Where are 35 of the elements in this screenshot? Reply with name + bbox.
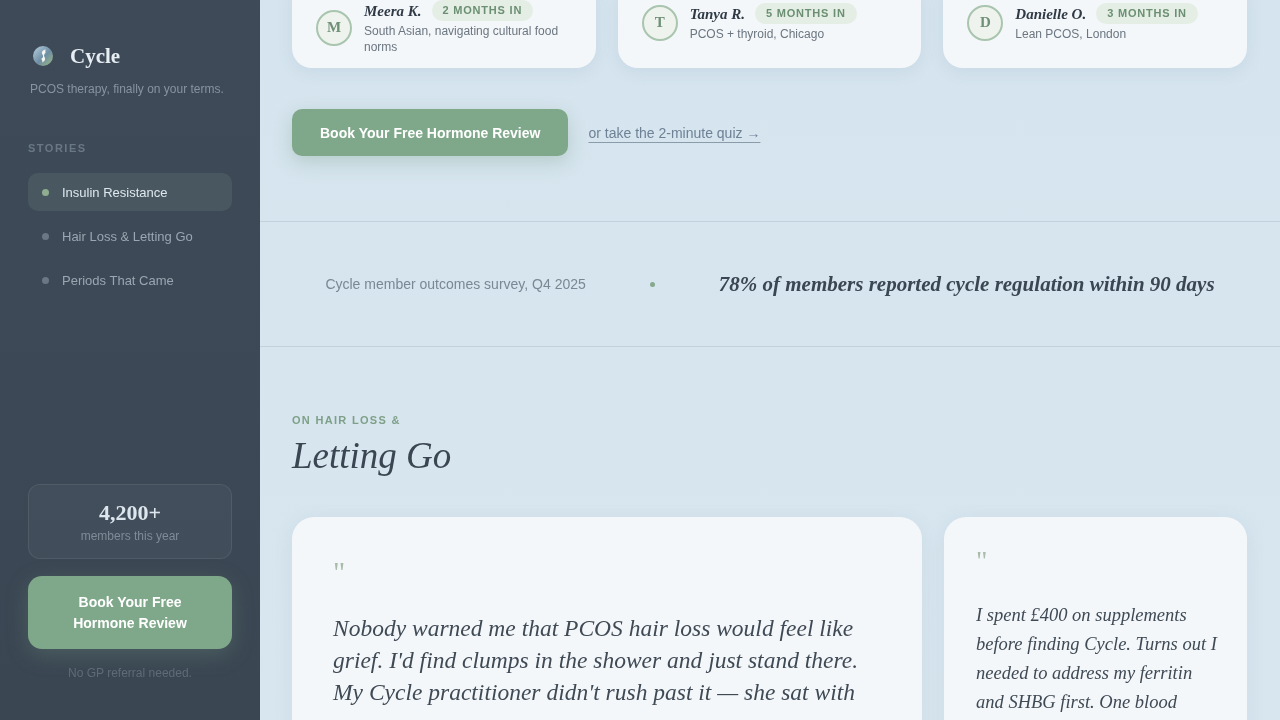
dot-icon <box>42 188 49 196</box>
member-name: Meera K. <box>364 1 422 20</box>
brand-name: Cycle <box>70 45 121 67</box>
book-review-button[interactable]: Book Your Free Hormone Review <box>292 109 569 156</box>
sidebar-item[interactable]: Periods That Came <box>28 261 232 299</box>
quote-mark: " <box>333 557 346 587</box>
duration-badge: 3 MONTHS IN <box>1096 3 1198 24</box>
avatar-initial: D <box>967 4 1004 41</box>
book-review-button[interactable]: Book Your Free Hormone Review <box>28 576 232 649</box>
avatar-initial: T <box>641 4 678 41</box>
dot-icon <box>42 276 49 284</box>
member-name: Danielle O. <box>1015 4 1087 23</box>
tagline: PCOS therapy, finally on your terms. <box>29 81 225 97</box>
member-detail: South Asian, navigating cultural food norms <box>364 23 560 55</box>
quote-text: I spent £400 on supplements before finding Cycle. Turns out I needed to address my ferritin and SHBG first. One blood <box>976 604 1217 714</box>
quote-text: Nobody warned me that PCOS hair loss would feel like grief. I'd find clumps in the shower and just stand there. My Cycle practitioner didn't rush past it — she sat with <box>333 614 860 707</box>
logo-icon <box>33 46 53 66</box>
quiz-link[interactable]: or take the 2-minute quiz → <box>588 124 761 141</box>
section-title: Letting Go <box>292 434 453 478</box>
sidebar-item[interactable]: Hair Loss & Letting Go <box>28 217 232 255</box>
section-eyebrow: ON HAIR LOSS & <box>292 413 402 427</box>
stat-label: members this year <box>80 528 180 543</box>
outcome-stat: 78% of members reported cycle regulation within 90 days <box>718 271 1215 297</box>
member-detail: PCOS + thyroid, Chicago <box>689 26 826 42</box>
dot-icon <box>42 232 49 240</box>
avatar-initial: M <box>316 9 352 46</box>
quote-mark: " <box>976 547 988 575</box>
survey-source: Cycle member outcomes survey, Q4 2025 <box>325 276 586 292</box>
member-detail: Lean PCOS, London <box>1015 26 1128 42</box>
sidebar-item[interactable]: Insulin Resistance <box>28 173 232 211</box>
dot-icon <box>649 281 655 287</box>
duration-badge: 2 MONTHS IN <box>431 0 534 21</box>
member-name: Tanya R. <box>689 4 745 23</box>
stat-value: 4,200+ <box>98 500 161 525</box>
duration-badge: 5 MONTHS IN <box>754 3 857 24</box>
